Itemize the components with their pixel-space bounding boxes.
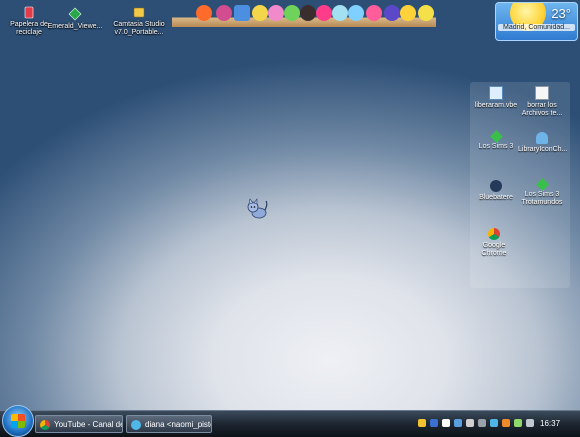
desktop-icon-label: Emerald_Viewe... [47, 23, 103, 30]
taskbar-item-youtube[interactable]: YouTube - Canal de ... [35, 415, 123, 433]
desktop-icon-panel: liberaram.vbe borrar los Archivos te... … [470, 82, 570, 288]
cat-icon [490, 180, 502, 192]
sims-icon [535, 178, 549, 191]
dock-app-icon[interactable] [252, 5, 268, 21]
tray-app-icon[interactable] [490, 419, 498, 427]
dock-toolbar [172, 3, 436, 27]
dock-app-icon[interactable] [332, 5, 348, 21]
dock-app-icon[interactable] [384, 5, 400, 21]
tray-app-icon[interactable] [418, 419, 426, 427]
dock-app-icon[interactable] [316, 5, 332, 21]
library-icon [536, 132, 548, 144]
tray-app-icon[interactable] [454, 419, 462, 427]
chrome-icon [40, 420, 50, 430]
volume-icon[interactable] [466, 419, 474, 427]
messenger-icon [131, 420, 141, 430]
folder-icon [132, 5, 146, 19]
panel-icon-sims3[interactable]: Los Sims 3 [472, 130, 520, 151]
panel-icon-borrar-archivos[interactable]: borrar los Archivos te... [518, 86, 566, 118]
panel-icon-liberaram[interactable]: liberaram.vbe [472, 86, 520, 110]
panel-icon-label: LibraryIconCh... [518, 146, 568, 153]
windows-logo-icon [11, 414, 25, 428]
dock-app-icon[interactable] [418, 5, 434, 21]
weather-gadget[interactable]: 23° Madrid, Comunidad... [495, 2, 578, 41]
panel-icon-bluebatere[interactable]: Bluebatere [472, 180, 520, 202]
recycle-bin-icon [22, 5, 36, 19]
panel-icon-sims3-trotamundos[interactable]: Los Sims 3 Trotamundos [518, 178, 566, 207]
weather-temperature: 23° [551, 6, 571, 21]
dock-app-icon[interactable] [348, 5, 364, 21]
script-icon [489, 86, 503, 100]
dock-app-icon[interactable] [300, 5, 316, 21]
panel-icon-label: Los Sims 3 Trotamundos [521, 191, 563, 206]
dock-app-icon[interactable] [366, 5, 382, 21]
dock-app-icon[interactable] [268, 5, 284, 21]
app-icon [68, 7, 82, 21]
desktop-icon-camtasia[interactable]: Camtasia Studio v7.0_Portable... [110, 5, 168, 37]
taskbar-item-label: YouTube - Canal de ... [54, 420, 122, 429]
taskbar: YouTube - Canal de ... diana <naomi_pist… [0, 405, 580, 437]
file-icon [535, 86, 549, 100]
tray-app-icon[interactable] [442, 419, 450, 427]
tray-app-icon[interactable] [526, 419, 534, 427]
taskbar-item-label: diana <naomi_piste... [145, 420, 211, 429]
panel-icon-label: borrar los Archivos te... [521, 102, 563, 117]
network-icon[interactable] [514, 419, 522, 427]
desktop-icon-emerald-viewer[interactable]: Emerald_Viewe... [46, 7, 104, 31]
tray-app-icon[interactable] [478, 419, 486, 427]
panel-icon-label: liberaram.vbe [474, 102, 518, 109]
dock-app-icon[interactable] [400, 5, 416, 21]
dock-app-icon[interactable] [216, 5, 232, 21]
panel-icon-google-chrome[interactable]: Google Chrome [470, 228, 518, 258]
sims-icon [489, 130, 503, 143]
tray-app-icon[interactable] [430, 419, 438, 427]
dock-app-icon[interactable] [284, 5, 300, 21]
panel-icon-label: Google Chrome [481, 242, 507, 257]
dock-app-icon[interactable] [196, 5, 212, 21]
start-button[interactable] [2, 405, 34, 437]
panel-icon-library[interactable]: LibraryIconCh... [518, 132, 568, 154]
dock-app-icon[interactable] [234, 5, 250, 21]
weather-location: Madrid, Comunidad... [498, 24, 575, 31]
cat-mascot-icon[interactable] [246, 198, 268, 220]
taskbar-clock[interactable]: 16:37 [540, 419, 560, 428]
panel-icon-label: Bluebatere [479, 194, 513, 201]
chrome-icon [488, 228, 500, 240]
tray-app-icon[interactable] [502, 419, 510, 427]
taskbar-item-messenger[interactable]: diana <naomi_piste... [126, 415, 212, 433]
panel-icon-label: Los Sims 3 [478, 143, 514, 150]
desktop-icon-label: Papelera de reciclaje [10, 21, 48, 36]
desktop-icon-label: Camtasia Studio v7.0_Portable... [113, 21, 165, 36]
